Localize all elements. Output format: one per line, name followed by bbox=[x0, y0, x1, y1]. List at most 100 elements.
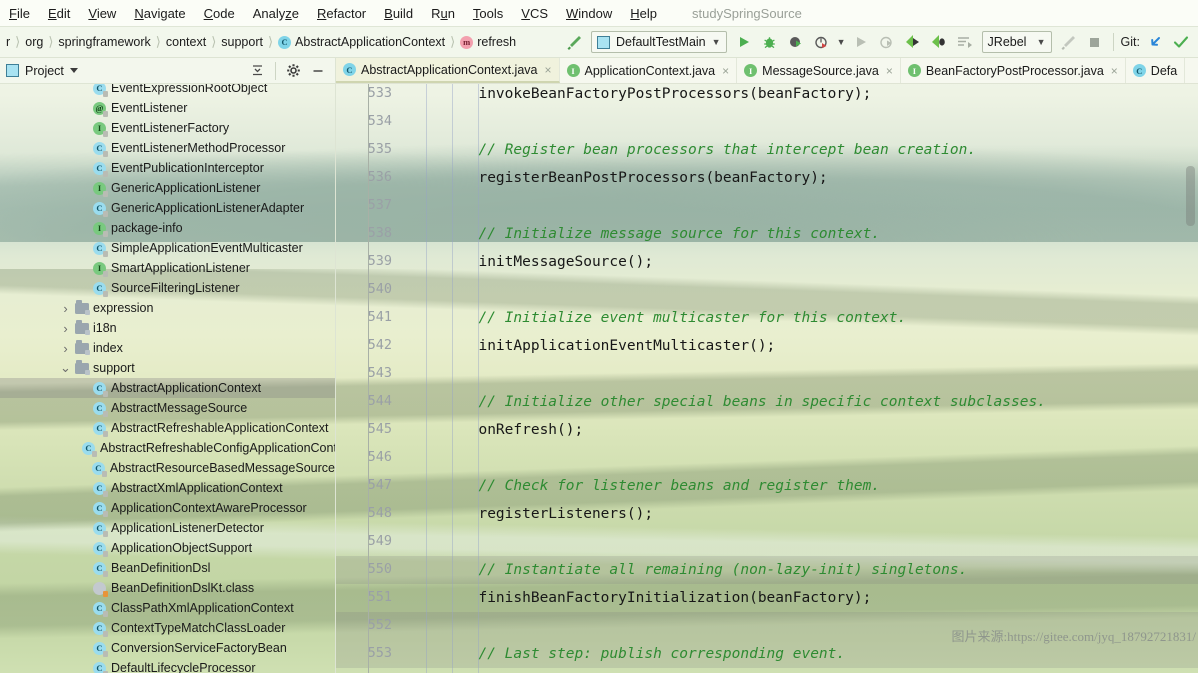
git-commit-button[interactable] bbox=[1168, 29, 1194, 55]
tree-item-label: AbstractRefreshableApplicationContext bbox=[111, 421, 329, 435]
tree-item-smartapplicationlistener[interactable]: I SmartApplicationListener bbox=[0, 258, 335, 278]
breadcrumb-item-method[interactable]: m refresh bbox=[456, 35, 520, 49]
breadcrumb-item-r[interactable]: r bbox=[2, 35, 14, 49]
breadcrumb-item-springframework[interactable]: springframework bbox=[54, 35, 154, 49]
tree-item-eventlistener[interactable]: @ EventListener bbox=[0, 98, 335, 118]
run-configuration-selector[interactable]: DefaultTestMain ▼ bbox=[591, 31, 727, 53]
collapse-all-icon[interactable] bbox=[250, 63, 265, 78]
close-icon[interactable]: × bbox=[886, 64, 893, 78]
run-with-coverage-button[interactable] bbox=[783, 29, 809, 55]
menu-item-run[interactable]: Run bbox=[422, 2, 464, 25]
jrebel-selector[interactable]: JRebel ▼ bbox=[981, 31, 1052, 53]
git-update-project-button[interactable] bbox=[1142, 29, 1168, 55]
interface-badge-icon: I bbox=[744, 64, 758, 77]
tree-item-classpathxmlapplicationcontext[interactable]: C ClassPathXmlApplicationContext bbox=[0, 598, 335, 618]
code-content[interactable]: invokeBeanFactoryPostProcessors(beanFact… bbox=[400, 84, 1198, 673]
tree-item-eventlistenerfactory[interactable]: I EventListenerFactory bbox=[0, 118, 335, 138]
breadcrumb-item-org[interactable]: org bbox=[21, 35, 47, 49]
menu-item-refactor[interactable]: Refactor bbox=[308, 2, 375, 25]
menu-item-edit[interactable]: Edit bbox=[39, 2, 79, 25]
editor-tab-defa[interactable]: C Defa bbox=[1126, 58, 1186, 83]
tree-item-conversionservicefactorybean[interactable]: C ConversionServiceFactoryBean bbox=[0, 638, 335, 658]
tree-item-package-info[interactable]: Ipackage-info bbox=[0, 218, 335, 238]
close-icon[interactable]: × bbox=[1111, 64, 1118, 78]
jrebel-debug-button[interactable] bbox=[926, 29, 952, 55]
panel-divider bbox=[275, 61, 276, 80]
code-comment-line: // Instantiate all remaining (non-lazy-i… bbox=[478, 562, 968, 578]
tree-item-abstractapplicationcontext[interactable]: C AbstractApplicationContext bbox=[0, 378, 335, 398]
scrollbar-thumb[interactable] bbox=[1186, 166, 1195, 226]
editor-tab-abstractapplicationcontext-java[interactable]: C AbstractApplicationContext.java × bbox=[336, 58, 560, 83]
list-arrow-icon[interactable] bbox=[952, 29, 978, 55]
tree-item-abstractmessagesource[interactable]: C AbstractMessageSource bbox=[0, 398, 335, 418]
menu-item-tools[interactable]: Tools bbox=[464, 2, 512, 25]
tree-item-index[interactable]: › index bbox=[0, 338, 335, 358]
hammer-icon[interactable] bbox=[561, 29, 587, 55]
project-tree-scrollbar[interactable] bbox=[1186, 0, 1195, 589]
tree-item-abstractrefreshableconfigapplicationcontext[interactable]: C AbstractRefreshableConfigApplicationCon… bbox=[0, 438, 335, 458]
rerun-button[interactable] bbox=[848, 29, 874, 55]
tree-item-defaultlifecycleprocessor[interactable]: C DefaultLifecycleProcessor bbox=[0, 658, 335, 673]
editor-tab-bar[interactable]: C AbstractApplicationContext.java × I Applic… bbox=[336, 58, 1198, 84]
chevron-down-icon[interactable]: ⌄ bbox=[60, 361, 71, 374]
minimize-icon[interactable] bbox=[307, 64, 329, 78]
menu-item-file[interactable]: File bbox=[0, 2, 39, 25]
tree-item-abstractxmlapplicationcontext[interactable]: C AbstractXmlApplicationContext bbox=[0, 478, 335, 498]
tree-item-beandefinitiondsl[interactable]: C BeanDefinitionDsl bbox=[0, 558, 335, 578]
tree-item-genericapplicationlisteneradapter[interactable]: C GenericApplicationListenerAdapter bbox=[0, 198, 335, 218]
code-editor[interactable]: 533 534 535 536 537 538 539 540 541 542 543 544 545 5… bbox=[336, 84, 1198, 673]
menu-item-vcs[interactable]: VCS bbox=[512, 2, 557, 25]
tree-item-i18n[interactable]: › i18n bbox=[0, 318, 335, 338]
close-icon[interactable]: × bbox=[722, 64, 729, 78]
editor-tab-applicationcontext-java[interactable]: I ApplicationContext.java × bbox=[560, 58, 738, 83]
tree-item-eventpublicationinterceptor[interactable]: C EventPublicationInterceptor bbox=[0, 158, 335, 178]
run-button[interactable] bbox=[731, 29, 757, 55]
tree-item-label: BeanDefinitionDslKt.class bbox=[111, 581, 255, 595]
breadcrumb-item-class[interactable]: C AbstractApplicationContext bbox=[274, 35, 449, 49]
tree-item-applicationlistenerdetector[interactable]: C ApplicationListenerDetector bbox=[0, 518, 335, 538]
menu-item-code[interactable]: Code bbox=[195, 2, 244, 25]
tree-item-eventexpressionrootobject[interactable]: C EventExpressionRootObject bbox=[0, 84, 335, 98]
tree-item-eventlistenermethodprocessor[interactable]: C EventListenerMethodProcessor bbox=[0, 138, 335, 158]
chevron-right-icon[interactable]: › bbox=[60, 321, 71, 336]
menu-item-navigate[interactable]: Navigate bbox=[125, 2, 194, 25]
class-badge-icon: C bbox=[93, 641, 108, 657]
editor-tab-messagesource-java[interactable]: I MessageSource.java × bbox=[737, 58, 901, 83]
profile-dropdown[interactable]: ▼ bbox=[835, 29, 848, 55]
menu-item-view[interactable]: View bbox=[79, 2, 125, 25]
tree-item-expression[interactable]: › expression bbox=[0, 298, 335, 318]
tree-item-applicationcontextawareprocessor[interactable]: C ApplicationContextAwareProcessor bbox=[0, 498, 335, 518]
tree-item-contexttypematchclassloader[interactable]: C ContextTypeMatchClassLoader bbox=[0, 618, 335, 638]
project-tree[interactable]: C EventExpressionRootObject @ EventListener… bbox=[0, 84, 336, 673]
editor-gutter[interactable]: 533 534 535 536 537 538 539 540 541 542 543 544 545 5… bbox=[336, 84, 400, 673]
attach-debugger-button[interactable] bbox=[874, 29, 900, 55]
chevron-right-icon[interactable]: › bbox=[60, 301, 71, 316]
tree-item-sourcefilteringlistener[interactable]: C SourceFilteringListener bbox=[0, 278, 335, 298]
gear-icon[interactable] bbox=[286, 63, 301, 78]
editor-tab-beanfactorypostprocessor-java[interactable]: I BeanFactoryPostProcessor.java × bbox=[901, 58, 1126, 83]
tree-item-abstractrefreshableapplicationcontext[interactable]: C AbstractRefreshableApplicationContext bbox=[0, 418, 335, 438]
menu-item-build[interactable]: Build bbox=[375, 2, 422, 25]
stop-button[interactable] bbox=[1082, 29, 1108, 55]
tree-item-genericapplicationlistener[interactable]: I GenericApplicationListener bbox=[0, 178, 335, 198]
breadcrumb-item-support[interactable]: support bbox=[217, 35, 267, 49]
tree-item-beandefinitiondslkt-class[interactable]: BeanDefinitionDslKt.class bbox=[0, 578, 335, 598]
debug-button[interactable] bbox=[757, 29, 783, 55]
tree-item-label: SourceFilteringListener bbox=[111, 281, 240, 295]
chevron-right-icon[interactable]: › bbox=[60, 341, 71, 356]
menu-item-help[interactable]: Help bbox=[621, 2, 666, 25]
menu-item-window[interactable]: Window bbox=[557, 2, 621, 25]
chevron-down-icon[interactable] bbox=[69, 68, 78, 73]
jrebel-run-button[interactable] bbox=[900, 29, 926, 55]
profile-button[interactable] bbox=[809, 29, 835, 55]
hammer-disabled-icon[interactable] bbox=[1056, 29, 1082, 55]
tree-item-support[interactable]: ⌄ support bbox=[0, 358, 335, 378]
close-icon[interactable]: × bbox=[544, 63, 551, 77]
breadcrumb-item-context[interactable]: context bbox=[162, 35, 210, 49]
tree-item-applicationobjectsupport[interactable]: C ApplicationObjectSupport bbox=[0, 538, 335, 558]
tree-item-simpleapplicationeventmulticaster[interactable]: C SimpleApplicationEventMulticaster bbox=[0, 238, 335, 258]
menu-item-analyze[interactable]: Analyze bbox=[244, 2, 308, 25]
tree-item-abstractresourcebasedmessagesource[interactable]: C AbstractResourceBasedMessageSource bbox=[0, 458, 335, 478]
